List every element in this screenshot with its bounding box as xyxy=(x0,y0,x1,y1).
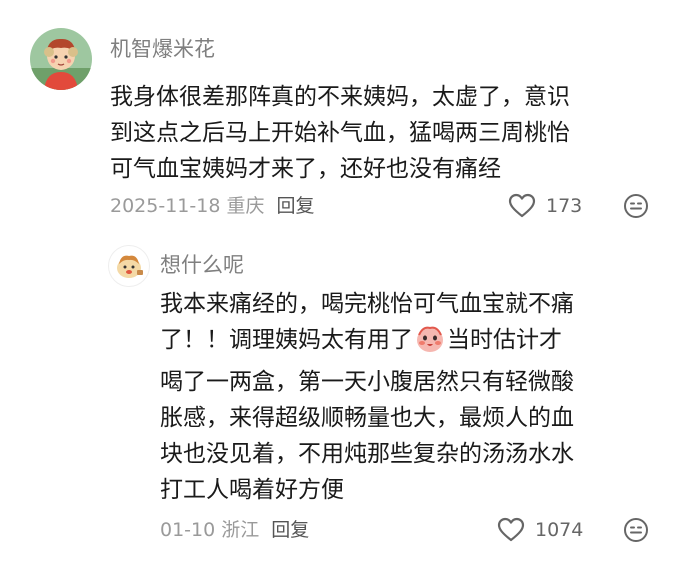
reply-text-segment: 了！！调理姨妈太有用了 xyxy=(160,327,413,353)
blush-face-emoji xyxy=(414,323,446,364)
emoji-face-icon xyxy=(624,518,648,542)
reply-text-line: 胀感，来得超级顺畅量也大，最烦人的血 xyxy=(160,405,574,431)
emoji-face-icon xyxy=(624,194,648,218)
reply-text-line: 打工人喝着好方便 xyxy=(160,477,344,503)
heart-outline-icon xyxy=(508,193,536,218)
comment-meta: 2025-11-18 重庆 回复 xyxy=(110,193,314,219)
emoji-react-button[interactable] xyxy=(623,193,649,223)
like-count: 173 xyxy=(546,195,583,217)
comment-text: 我身体很差那阵真的不来姨妈，太虚了，意识 到这点之后马上开始补气血，猛喝两三周桃… xyxy=(110,79,570,187)
comment-thread: 机智爆米花 我身体很差那阵真的不来姨妈，太虚了，意识 到这点之后马上开始补气血，… xyxy=(0,0,690,564)
heart-outline-icon xyxy=(497,517,525,542)
reply-button[interactable]: 回复 xyxy=(276,195,314,217)
avatar[interactable] xyxy=(108,245,150,287)
comment-username[interactable]: 机智爆米花 xyxy=(110,35,215,63)
reply-text-line: 了！！调理姨妈太有用了 当时估计才 xyxy=(160,322,574,364)
avatar[interactable] xyxy=(30,28,92,90)
comment-text-line: 我身体很差那阵真的不来姨妈，太虚了，意识 xyxy=(110,84,570,110)
reply-text-segment: 当时估计才 xyxy=(447,327,562,353)
reply-username[interactable]: 想什么呢 xyxy=(160,251,244,279)
reply-text: 我本来痛经的，喝完桃怡可气血宝就不痛 了！！调理姨妈太有用了 当时估计才 喝了一… xyxy=(160,286,574,508)
like-count: 1074 xyxy=(535,519,584,541)
like-button[interactable]: 173 xyxy=(508,193,582,219)
like-button[interactable]: 1074 xyxy=(497,517,583,543)
reply-text-line: 块也没见着，不用炖那些复杂的汤汤水水 xyxy=(160,441,574,467)
comment-text-line: 可气血宝姨妈才来了，还好也没有痛经 xyxy=(110,156,501,182)
reply-meta: 01-10 浙江 回复 xyxy=(160,517,309,543)
comment-text-line: 到这点之后马上开始补气血，猛喝两三周桃怡 xyxy=(110,120,570,146)
reply-date-location: 01-10 浙江 xyxy=(160,519,260,541)
reply-text-line: 喝了一两盒，第一天小腹居然只有轻微酸 xyxy=(160,369,574,395)
comment-date-location: 2025-11-18 重庆 xyxy=(110,195,265,217)
reply-button[interactable]: 回复 xyxy=(271,519,309,541)
emoji-react-button[interactable] xyxy=(623,517,649,547)
reply-text-line: 我本来痛经的，喝完桃怡可气血宝就不痛 xyxy=(160,291,574,317)
